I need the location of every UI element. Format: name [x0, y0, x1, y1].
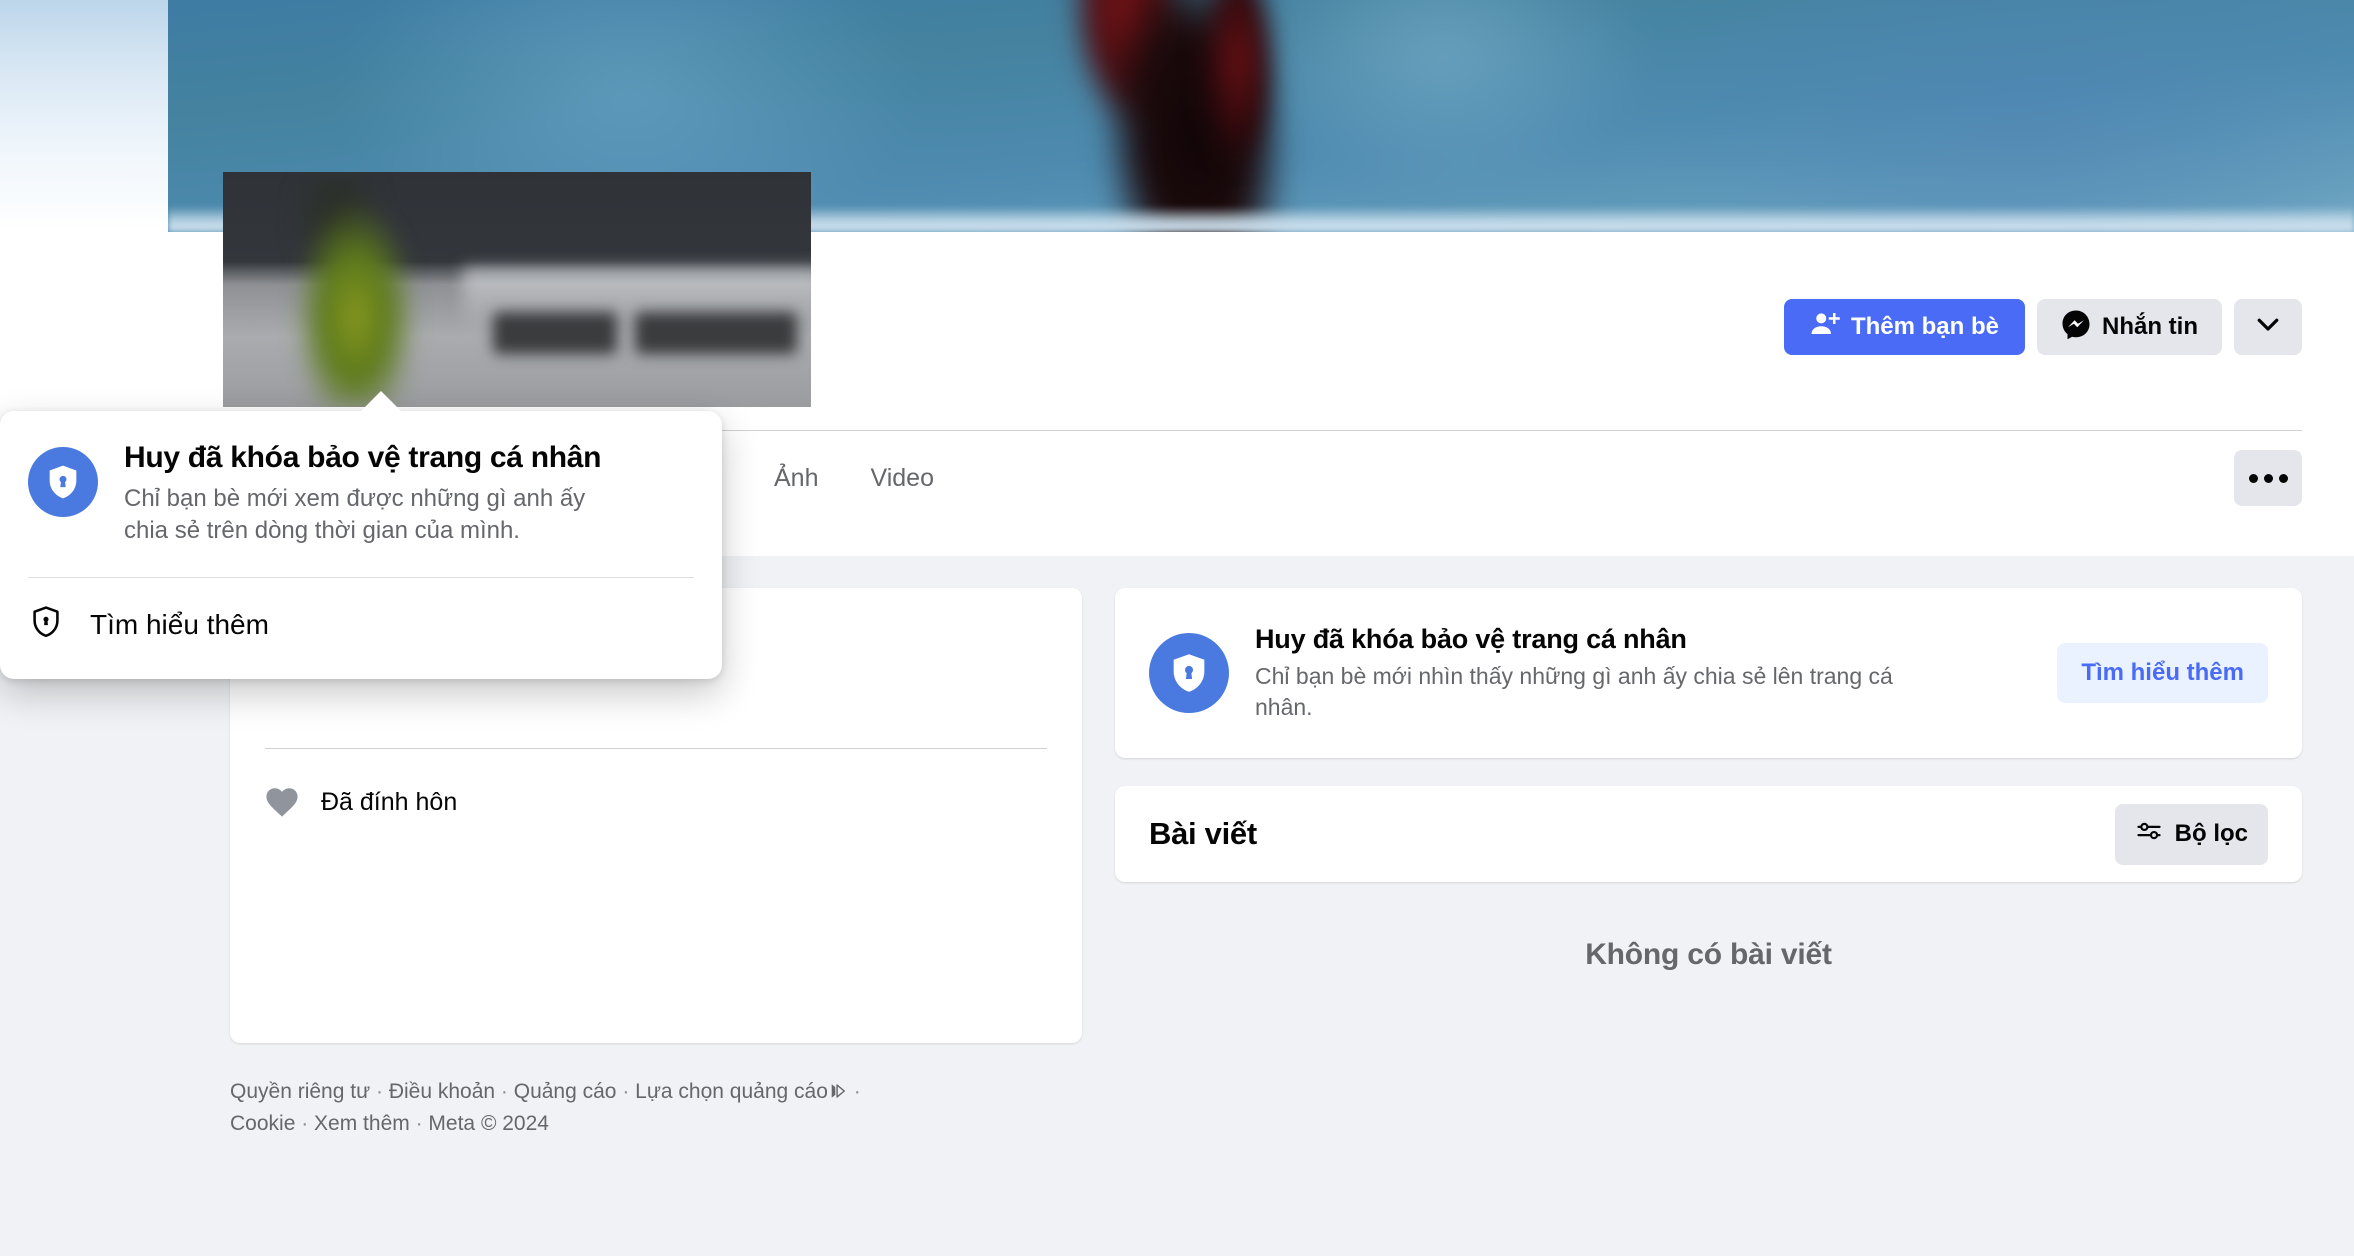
- dot-icon: [2278, 473, 2288, 483]
- messenger-icon: [2061, 309, 2091, 346]
- popup-title: Huy đã khóa bảo vệ trang cá nhân: [124, 441, 602, 474]
- profile-more-actions-button[interactable]: [2234, 299, 2302, 355]
- chevron-down-icon: [2253, 309, 2283, 346]
- add-friend-button[interactable]: Thêm bạn bè: [1783, 299, 2025, 355]
- add-friend-label: Thêm bạn bè: [1850, 313, 1999, 340]
- right-column: Huy đã khóa bảo vệ trang cá nhân Chỉ bạn…: [1115, 588, 2302, 972]
- footer-link-see-more[interactable]: Xem thêm: [314, 1112, 410, 1135]
- empty-posts-message: Không có bài viết: [1585, 938, 1832, 972]
- footer-link-cookie[interactable]: Cookie: [230, 1112, 295, 1135]
- posts-header-card: Bài viết Bộ lọc: [1115, 786, 2302, 883]
- intro-card-divider: [265, 748, 1047, 749]
- posts-filter-label: Bộ lọc: [2174, 820, 2248, 848]
- locked-profile-learn-more-button[interactable]: Tìm hiểu thêm: [2057, 643, 2268, 704]
- footer: Quyền riêng tư · Điều khoản · Quảng cáo …: [230, 1077, 1030, 1139]
- dot-icon: [2263, 473, 2273, 483]
- filter-sliders-icon: [2135, 817, 2163, 852]
- cover-left-fade: [0, 0, 170, 232]
- intro-relationship-row[interactable]: Đã đính hôn: [265, 786, 457, 818]
- locked-profile-card: Huy đã khóa bảo vệ trang cá nhân Chỉ bạn…: [1115, 588, 2302, 759]
- locked-profile-text: Huy đã khóa bảo vệ trang cá nhân Chỉ bạn…: [1255, 624, 2031, 722]
- locked-profile-tooltip-popup: Huy đã khóa bảo vệ trang cá nhân Chỉ bạn…: [0, 391, 722, 680]
- footer-separator: ·: [370, 1080, 389, 1103]
- posts-filter-button[interactable]: Bộ lọc: [2114, 803, 2268, 865]
- message-button[interactable]: Nhắn tin: [2037, 299, 2222, 355]
- relationship-status-label: Đã đính hôn: [321, 787, 458, 816]
- footer-link-ad-choices[interactable]: Lựa chọn quảng cáo: [635, 1080, 828, 1103]
- adchoices-icon: [829, 1079, 847, 1109]
- message-label: Nhắn tin: [2102, 313, 2198, 340]
- popup-body: Huy đã khóa bảo vệ trang cá nhân Chỉ bạn…: [0, 441, 722, 547]
- nav-more-button[interactable]: [2234, 450, 2302, 506]
- footer-separator: ·: [847, 1080, 861, 1103]
- tab-videos-label: Video: [870, 463, 934, 492]
- footer-separator: ·: [409, 1111, 429, 1135]
- dot-icon: [2248, 473, 2258, 483]
- add-friend-icon: [1810, 309, 1840, 346]
- tab-photos[interactable]: Ảnh: [748, 445, 844, 511]
- popup-learn-more-label: Tìm hiểu thêm: [90, 608, 269, 640]
- profile-action-buttons: Thêm bạn bè Nhắn tin: [1783, 299, 2302, 355]
- tab-videos[interactable]: Video: [844, 445, 960, 511]
- posts-title: Bài viết: [1149, 816, 1257, 852]
- facebook-profile-page: Thêm bạn bè Nhắn tin Ảnh Video Đã đính h…: [0, 0, 2354, 1256]
- footer-link-terms[interactable]: Điều khoản: [389, 1080, 495, 1103]
- heart-icon: [265, 786, 299, 818]
- popup-learn-more-row[interactable]: Tìm hiểu thêm: [0, 578, 722, 679]
- shield-outline-icon: [28, 604, 64, 645]
- locked-profile-subtitle: Chỉ bạn bè mới nhìn thấy những gì anh ấy…: [1255, 663, 1893, 720]
- profile-picture-foreground: [245, 172, 475, 407]
- footer-separator: ·: [495, 1080, 514, 1103]
- locked-profile-title: Huy đã khóa bảo vệ trang cá nhân: [1255, 624, 1687, 654]
- shield-lock-icon: [1149, 633, 1229, 714]
- profile-picture[interactable]: [223, 172, 811, 407]
- popup-text: Huy đã khóa bảo vệ trang cá nhân Chỉ bạn…: [124, 441, 601, 547]
- popup-tail: [360, 391, 402, 412]
- cover-photo-figure-secondary: [1178, 0, 1298, 190]
- redacted-name-part-2: [635, 312, 797, 354]
- popup-subtitle: Chỉ bạn bè mới xem được những gì anh ấy …: [124, 485, 586, 545]
- redacted-name-part-1: [493, 312, 617, 354]
- tab-photos-label: Ảnh: [774, 463, 819, 492]
- popup-shield-lock-icon: [28, 447, 98, 517]
- footer-separator: ·: [295, 1111, 315, 1135]
- footer-separator: ·: [616, 1080, 636, 1103]
- footer-link-privacy[interactable]: Quyền riêng tư: [230, 1080, 370, 1103]
- footer-link-ads[interactable]: Quảng cáo: [514, 1080, 617, 1103]
- footer-copyright: Meta © 2024: [428, 1111, 549, 1135]
